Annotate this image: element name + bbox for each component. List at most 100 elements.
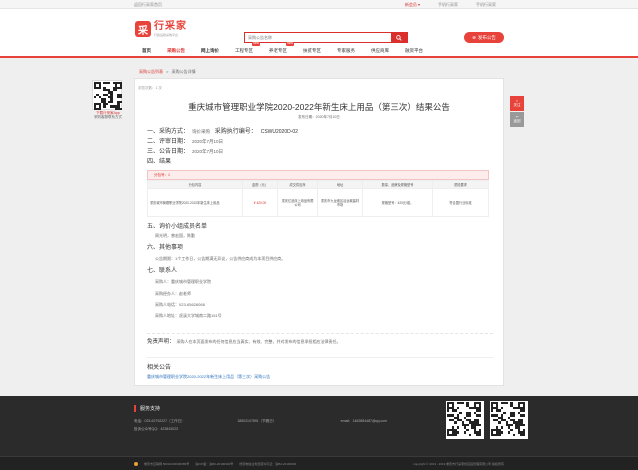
nav-label: 扶贫专区 bbox=[303, 48, 321, 53]
nav-item-engineering[interactable]: 工程专区 NEW bbox=[227, 42, 261, 56]
nav-list: 首页 采购公告 网上询价 工程专区 NEW 养老专区 NEW 扶贫专区 专家服务 供… bbox=[134, 42, 431, 56]
section-contact: 七、联系人 bbox=[147, 265, 177, 274]
qr-module bbox=[522, 414, 525, 417]
qr-module bbox=[464, 431, 467, 434]
main-nav: 首页 采购公告 网上询价 工程专区 NEW 养老专区 NEW 扶贫专区 专家服务 供… bbox=[0, 42, 638, 58]
contact-person: 采购经办人：赵老师 bbox=[155, 291, 191, 296]
app-download-panel: 下载行采家App 采购客服联系方式 bbox=[92, 80, 124, 119]
logo[interactable]: 采 行采家 行政后勤采购平台 bbox=[135, 21, 187, 37]
column-header: 金额（元） bbox=[242, 180, 278, 189]
browse-count: 浏览次数：1 次 bbox=[138, 86, 162, 90]
top-bar: 返回行采家首页 新会员 ▾ 手机行采家 手机行采家 bbox=[0, 0, 638, 9]
qr-module bbox=[456, 426, 460, 429]
nav-item-suppliers[interactable]: 供应商库 bbox=[363, 45, 397, 56]
section-label: 四、结果 bbox=[147, 159, 172, 165]
footer-bottom: 重庆市互联网 50010202000089号 渝ICP备：渝B2-2019000… bbox=[0, 456, 638, 470]
related-title: 相关公告 bbox=[147, 365, 172, 371]
back-button[interactable]: ↩ 返回 bbox=[510, 112, 524, 127]
follow-button[interactable]: ☆ 关注 bbox=[510, 96, 524, 111]
other-notice: 公告期限：1个工作日，公告期满无异议，公告供应商成为本项目供应商。 bbox=[155, 256, 286, 261]
nav-label: 网上询价 bbox=[201, 48, 219, 53]
breadcrumb-root[interactable]: 采购公告列表 bbox=[139, 69, 163, 74]
qr-module bbox=[503, 411, 506, 415]
logo-title: 行采家 bbox=[154, 20, 187, 32]
section-announce-date: 三、公告日期： 2020年7月10日 bbox=[147, 146, 223, 155]
logo-subtitle: 行政后勤采购平台 bbox=[154, 32, 179, 37]
mobile-link[interactable]: 手机行采家 bbox=[438, 2, 458, 8]
qr-module bbox=[478, 414, 481, 417]
code-label: 采购执行编号： bbox=[214, 129, 257, 135]
column-header: 地址 bbox=[317, 180, 363, 189]
qr-module bbox=[512, 433, 516, 436]
page-title: 重庆城市管理职业学院2020-2022年新生床上用品（第三次）结果公告 bbox=[188, 102, 450, 112]
qr-module bbox=[115, 89, 118, 92]
nav-label: 工程专区 bbox=[235, 48, 253, 53]
follow-label: 关注 bbox=[513, 103, 521, 107]
footer-qr-code bbox=[446, 401, 484, 439]
contact-address: 采购人地址：虎溪大学城南二路151号 bbox=[155, 313, 222, 318]
back-label: 返回 bbox=[513, 119, 521, 123]
qr-module bbox=[522, 433, 525, 436]
qr-module bbox=[456, 406, 460, 410]
nav-item-finance[interactable]: 融资平台 bbox=[397, 45, 431, 56]
package-bar: 分包号：1 bbox=[147, 170, 489, 180]
service-caption: 采购客服联系方式 bbox=[94, 115, 122, 119]
top-bar-right: 新会员 ▾ 手机行采家 手机行采家 bbox=[405, 2, 496, 8]
new-badge: NEW bbox=[286, 42, 294, 46]
breadcrumb-separator: > bbox=[166, 69, 169, 74]
section-method: 一、采购方式： 询价采购 采购执行编号： CSWU2020D-02 bbox=[147, 126, 298, 135]
qr-module bbox=[459, 411, 462, 415]
publish-button-label: 发布公告 bbox=[477, 34, 496, 40]
nav-item-home[interactable]: 首页 bbox=[134, 45, 159, 56]
review-date-value: 2020年7月10日 bbox=[192, 139, 224, 144]
logo-text: 行采家 行政后勤采购平台 bbox=[154, 20, 187, 37]
qr-module bbox=[505, 402, 508, 405]
qr-module bbox=[98, 86, 101, 89]
disclaimer-label: 免责声明： bbox=[147, 339, 175, 345]
search-input[interactable] bbox=[245, 33, 387, 42]
logo-mark: 采 bbox=[135, 21, 151, 37]
qr-module bbox=[94, 96, 97, 99]
nav-item-procurement[interactable]: 采购公告 bbox=[159, 45, 193, 56]
search-box bbox=[244, 32, 408, 43]
qr-module bbox=[119, 96, 122, 99]
related-link[interactable]: 重庆城市管理职业学院2020-2022年新生床上用品（第三次）采购公告 bbox=[147, 374, 493, 380]
qr-module bbox=[491, 409, 494, 412]
footer-email: email：1462884487@qq.com bbox=[340, 419, 388, 423]
nav-item-elderly[interactable]: 养老专区 NEW bbox=[261, 42, 295, 56]
qr-module bbox=[478, 409, 481, 412]
column-header: 成交供应商 bbox=[277, 180, 318, 189]
qr-module bbox=[110, 100, 113, 103]
register-link[interactable]: 新会员 ▾ bbox=[405, 2, 420, 8]
contact-phone: 采购人电话：023-65626068 bbox=[155, 302, 205, 307]
side-tools: ☆ 关注 ↩ 返回 bbox=[510, 96, 524, 128]
nav-item-inquiry[interactable]: 网上询价 bbox=[193, 45, 227, 56]
footer-contacts: 电话：023-62792227（工作日） 18502107891（节假日） em… bbox=[134, 419, 444, 424]
footer-licenses: 重庆市互联网 50010202000089号 渝ICP备：渝B2-2019000… bbox=[134, 462, 296, 466]
publish-date: 发布日期：2020年7月10日 bbox=[298, 115, 340, 119]
qr-module bbox=[454, 421, 457, 424]
footer-icp[interactable]: 重庆市互联网 50010202000089号 bbox=[144, 462, 189, 466]
nav-item-poverty[interactable]: 扶贫专区 bbox=[295, 45, 329, 56]
section-review-date: 二、评审日期： 2020年7月10日 bbox=[147, 136, 223, 145]
disclaimer: 免责声明： 采购人在本页面发布的任何信息应当真实、有效、完整，并对发布的信息承担相… bbox=[147, 333, 493, 345]
breadcrumb-current: 采购公告详情 bbox=[171, 69, 196, 74]
footer-phone-holiday: 18502107891（节假日） bbox=[237, 419, 277, 423]
nav-label: 融资平台 bbox=[405, 48, 423, 53]
police-badge-icon bbox=[134, 462, 138, 466]
publish-button[interactable]: ⊕ 发布公告 bbox=[464, 32, 504, 43]
footer-icp2[interactable]: 渝ICP备：渝B2-20190004号 bbox=[195, 462, 233, 466]
home-link[interactable]: 返回行采家首页 bbox=[134, 2, 162, 8]
nav-item-experts[interactable]: 专家服务 bbox=[329, 45, 363, 56]
search-icon bbox=[396, 34, 402, 41]
section-label: 六、其他事项 bbox=[147, 245, 184, 251]
contact-unit: 采购人：重庆城市管理职业学院 bbox=[155, 279, 211, 284]
qr-module bbox=[510, 423, 513, 427]
mobile-app-link[interactable]: 手机行采家 bbox=[476, 2, 496, 8]
search-button[interactable] bbox=[391, 33, 407, 42]
qr-module bbox=[522, 423, 525, 427]
column-header: 质检要求 bbox=[432, 180, 489, 189]
footer-title: 服务支持 bbox=[134, 405, 160, 412]
cell-address: 重庆市九龙坡区谷运城建材市场 bbox=[317, 188, 363, 217]
announce-date-value: 2020年7月10日 bbox=[192, 149, 224, 154]
